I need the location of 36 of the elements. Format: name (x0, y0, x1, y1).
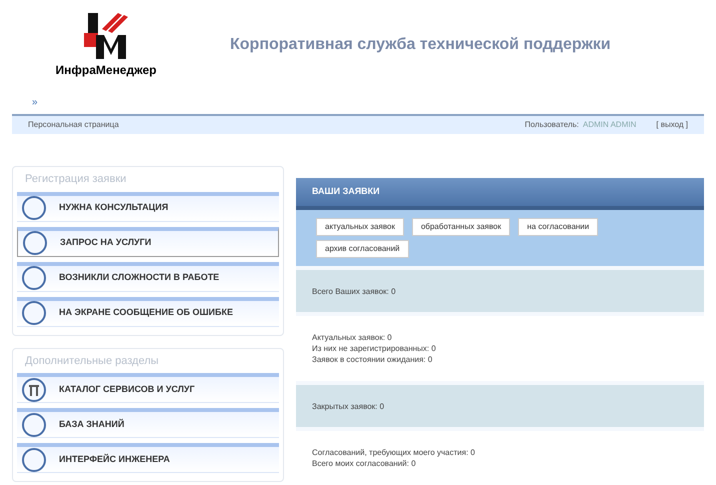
section-legend: Дополнительные разделы (17, 352, 279, 369)
filter-button[interactable]: актуальных заявок (316, 218, 404, 236)
circle-icon (22, 230, 48, 256)
page-name: Персональная страница (28, 119, 119, 131)
filter-button[interactable]: обработанных заявок (412, 218, 510, 236)
summary-text: Из них не зарегистрированных: 0 (312, 343, 437, 354)
panel-title: ВАШИ ЗАЯВКИ (312, 185, 380, 198)
circle-icon (21, 265, 47, 291)
menu-item[interactable]: БАЗА ЗНАНИЙ (17, 408, 279, 438)
menu-item[interactable]: КАТАЛОГ СЕРВИСОВ И УСЛУГ (17, 373, 279, 403)
summary-text: Заявок в состоянии ожидания: 0 (312, 354, 434, 365)
summary-text: Согласований, требующих моего участия: 0 (312, 447, 476, 458)
menu-item[interactable]: НУЖНА КОНСУЛЬТАЦИЯ (17, 192, 279, 222)
user-name: ADMIN ADMIN (582, 119, 636, 131)
section-legend: Регистрация заявки (17, 171, 279, 188)
logout-link[interactable]: [ выход ] (656, 119, 688, 131)
page-title: Корпоративная служба технической поддержки (230, 35, 611, 55)
logo-drawing (82, 11, 130, 61)
user-label: Пользователь: (524, 119, 579, 131)
filter-button[interactable]: на согласовании (518, 218, 598, 236)
circle-icon (21, 195, 47, 221)
summary-text: Всего Ваших заявок: 0 (312, 286, 397, 296)
menu-item[interactable]: ВОЗНИКЛИ СЛОЖНОСТИ В РАБОТЕ (17, 262, 279, 292)
summary-text: Закрытых заявок: 0 (312, 400, 386, 412)
circle-icon (21, 300, 47, 326)
circle-icon (21, 446, 47, 472)
brand-name: ИнфраМенеджер (56, 62, 156, 79)
breadcrumb-link[interactable]: » (32, 94, 38, 110)
summary-text: Всего моих согласований: 0 (312, 458, 417, 469)
pillar-icon (21, 376, 47, 402)
summary-text: Актуальных заявок: 0 (312, 332, 393, 343)
menu-item[interactable]: НА ЭКРАНЕ СООБЩЕНИЕ ОБ ОШИБКЕ (17, 296, 279, 326)
menu-item[interactable]: ЗАПРОС НА УСЛУГИ (17, 226, 279, 256)
filter-button[interactable]: архив согласований (316, 240, 409, 258)
circle-icon (21, 412, 47, 438)
menu-item[interactable]: ИНТЕРФЕЙС ИНЖЕНЕРА (17, 443, 279, 473)
